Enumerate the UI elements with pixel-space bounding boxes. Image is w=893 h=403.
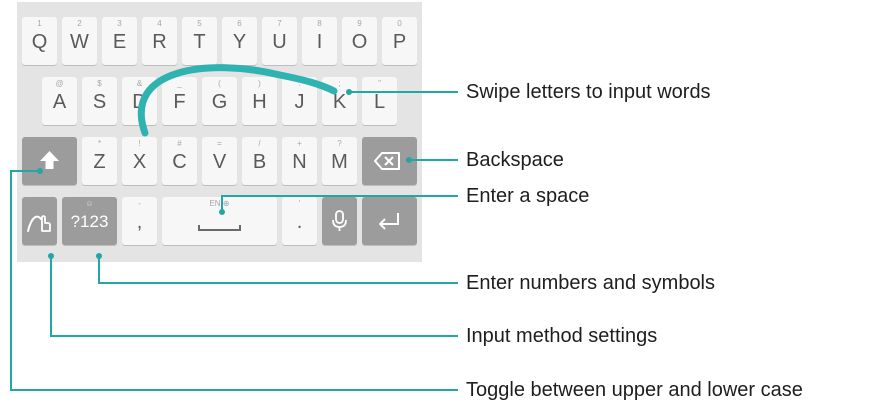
callout-backspace: Backspace: [466, 149, 564, 171]
leader-numbers: [98, 256, 458, 284]
leader-settings: [50, 256, 458, 337]
callout-lines: [10, 64, 458, 391]
leader-shift: [10, 170, 458, 391]
callout-swipe: Swipe letters to input words: [466, 81, 711, 103]
callout-space: Enter a space: [466, 185, 590, 207]
swipe-trace: [137, 64, 338, 137]
callout-settings: Input method settings: [466, 325, 658, 347]
callout-numbers: Enter numbers and symbols: [466, 272, 716, 294]
leader-space: [221, 195, 458, 212]
callout-case: Toggle between upper and lower case: [466, 379, 803, 401]
